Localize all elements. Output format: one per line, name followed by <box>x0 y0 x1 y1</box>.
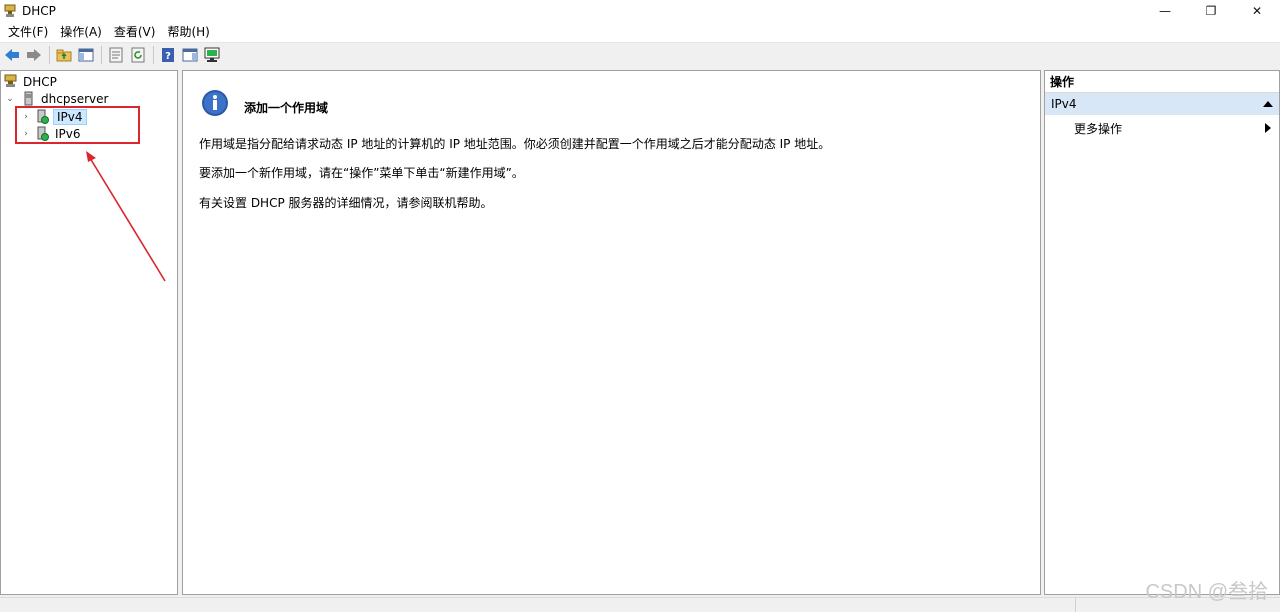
menu-view[interactable]: 查看(V) <box>110 22 160 42</box>
title-bar: DHCP — ❐ ✕ <box>0 0 1280 22</box>
content-paragraph-3: 有关设置 DHCP 服务器的详细情况，请参阅联机帮助。 <box>199 196 493 210</box>
help-icon[interactable]: ? <box>158 45 178 65</box>
forward-icon[interactable] <box>24 45 44 65</box>
toolbar-separator <box>101 46 102 64</box>
toolbar-separator <box>49 46 50 64</box>
server-monitor-icon[interactable] <box>202 45 222 65</box>
annotation-highlight-box <box>15 106 140 144</box>
watermark: CSDN @叁拾 <box>1145 581 1268 603</box>
svg-text:?: ? <box>165 51 171 62</box>
expanded-chevron-icon[interactable]: ⌄ <box>5 94 15 104</box>
actions-section-label: IPv4 <box>1051 97 1077 111</box>
server-icon <box>24 91 33 106</box>
more-actions-label: 更多操作 <box>1074 121 1123 136</box>
menu-file[interactable]: 文件(F) <box>4 22 52 42</box>
show-hide-tree-icon[interactable] <box>76 45 96 65</box>
actions-pane: 操作 IPv4 更多操作 <box>1044 70 1280 595</box>
info-icon <box>202 90 228 116</box>
back-icon[interactable] <box>2 45 22 65</box>
content-paragraph-2: 要添加一个新作用域，请在“操作”菜单下单击“新建作用域”。 <box>199 166 524 180</box>
status-bar <box>0 597 1280 612</box>
refresh-icon[interactable] <box>128 45 148 65</box>
menu-action[interactable]: 操作(A) <box>56 22 106 42</box>
submenu-arrow-icon <box>1265 123 1271 133</box>
toolbar: ? <box>0 42 1280 67</box>
actions-section-ipv4[interactable]: IPv4 <box>1045 93 1279 115</box>
tree-label-dhcp: DHCP <box>23 74 57 89</box>
menu-bar: 文件(F) 操作(A) 查看(V) 帮助(H) <box>0 22 1280 42</box>
collapse-up-icon[interactable] <box>1263 100 1273 108</box>
content-title: 添加一个作用域 <box>244 101 329 115</box>
console-tree: DHCP ⌄ dhcpserver › IPv4 › IPv6 <box>0 70 178 595</box>
main-area: DHCP ⌄ dhcpserver › IPv4 › IPv6 添加一个作用域 … <box>0 67 1280 597</box>
content-paragraph-1: 作用域是指分配给请求动态 IP 地址的计算机的 IP 地址范围。你必须创建并配置… <box>199 137 831 151</box>
dhcp-app-icon <box>4 4 16 17</box>
restore-button[interactable]: ❐ <box>1188 0 1234 22</box>
content-pane: 添加一个作用域 作用域是指分配给请求动态 IP 地址的计算机的 IP 地址范围。… <box>182 70 1041 595</box>
tree-label-dhcpserver: dhcpserver <box>41 91 109 106</box>
properties-icon[interactable] <box>106 45 126 65</box>
close-button[interactable]: ✕ <box>1234 0 1280 22</box>
dhcp-root-icon <box>4 74 17 87</box>
window-title: DHCP <box>22 4 56 18</box>
actions-header: 操作 <box>1045 71 1279 93</box>
menu-help[interactable]: 帮助(H) <box>163 22 213 42</box>
up-folder-icon[interactable] <box>54 45 74 65</box>
show-hide-action-icon[interactable] <box>180 45 200 65</box>
tree-item-dhcpserver[interactable]: ⌄ dhcpserver <box>5 90 110 107</box>
minimize-button[interactable]: — <box>1142 0 1188 22</box>
toolbar-separator <box>153 46 154 64</box>
more-actions-item[interactable]: 更多操作 <box>1045 117 1279 139</box>
tree-item-dhcp[interactable]: DHCP <box>3 73 59 90</box>
